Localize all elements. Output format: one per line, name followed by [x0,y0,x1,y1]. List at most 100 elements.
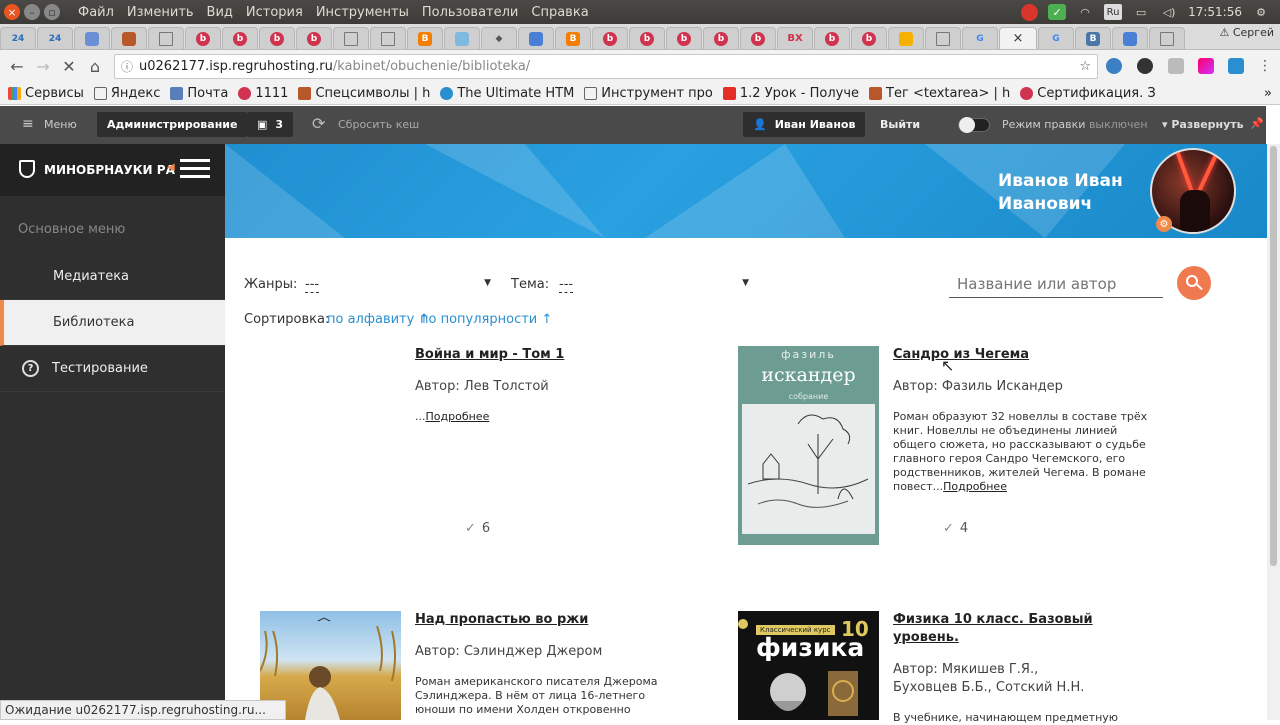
tab[interactable]: G [962,27,998,49]
user-button[interactable]: 👤 Иван Иванов [743,112,866,137]
extension-cube-icon[interactable] [1168,58,1184,74]
keyboard-layout[interactable]: Ru [1104,4,1123,20]
tab[interactable]: ◆ [481,27,517,49]
tab[interactable]: ВХ [777,27,813,49]
tab[interactable]: B [555,27,591,49]
bookmark-tool[interactable]: Инструмент про [584,86,713,101]
back-arrow-icon[interactable]: ← [4,57,30,76]
sort-popularity-link[interactable]: по популярности ↑ [420,312,552,327]
tab[interactable] [370,27,406,49]
forward-arrow-icon[interactable]: → [30,57,56,76]
book-title[interactable]: Над пропастью во ржи [415,611,588,629]
tab[interactable]: 24 [37,27,73,49]
tab[interactable]: b [740,27,776,49]
administration-button[interactable]: Администрирование [97,112,248,137]
tab[interactable] [74,27,110,49]
tab[interactable] [888,27,924,49]
expand-link[interactable]: ▾ Развернуть [1162,118,1244,131]
avatar-settings-icon[interactable]: ⚙ [1156,216,1172,232]
scrollbar-thumb[interactable] [1270,146,1277,566]
tab[interactable]: В [1075,27,1111,49]
bookmarks-overflow-icon[interactable]: » [1264,86,1272,101]
tab[interactable]: b [666,27,702,49]
new-tab-button[interactable] [1186,27,1216,49]
stop-icon[interactable]: ✕ [56,57,82,76]
tab[interactable] [333,27,369,49]
window-close-icon[interactable]: × [4,4,20,20]
bookmark-yandex[interactable]: Яндекс [93,86,160,101]
book-title[interactable]: Физика 10 класс. Базовый уровень. [893,611,1093,647]
tab-active[interactable]: × [999,27,1037,49]
tab[interactable]: B [407,27,443,49]
book-title[interactable]: Сандро из Чегема [893,346,1029,364]
menu-history[interactable]: История [246,5,303,20]
home-icon[interactable]: ⌂ [82,57,108,76]
url-bar[interactable]: ⓘ u0262177.isp.regruhosting.ru/kabinet/o… [114,54,1098,79]
tab[interactable] [1112,27,1148,49]
tab[interactable]: b [259,27,295,49]
bookmark-1111[interactable]: 1111 [238,86,288,101]
menu-users[interactable]: Пользователи [422,5,519,20]
page-scrollbar[interactable] [1267,144,1280,720]
notifications-button[interactable]: ▣ 3 [247,112,294,137]
bookmark-ultimate[interactable]: The Ultimate HTM [440,86,574,101]
tab[interactable] [1149,27,1185,49]
menu-edit[interactable]: Изменить [127,5,194,20]
menu-tools[interactable]: Инструменты [316,5,409,20]
sidebar-item-library[interactable]: Библиотека [0,300,225,346]
tab[interactable]: b [185,27,221,49]
power-gear-icon[interactable]: ⚙ [1252,4,1270,20]
edit-mode-toggle[interactable] [958,117,990,133]
record-icon[interactable] [1021,3,1039,21]
tab[interactable] [111,27,147,49]
tab[interactable] [148,27,184,49]
sort-alphabet-link[interactable]: по алфавиту ↑ [327,312,429,327]
extension-dark-icon[interactable] [1137,58,1153,74]
menu-help[interactable]: Справка [531,5,588,20]
sidebar-item-mediateka[interactable]: Медиатека [0,254,225,300]
tab[interactable]: b [629,27,665,49]
menu-file[interactable]: Файл [78,5,114,20]
window-maximize-icon[interactable]: ▫ [44,4,60,20]
search-input[interactable] [949,270,1163,298]
tab[interactable]: b [814,27,850,49]
tab[interactable]: G [1038,27,1074,49]
tab[interactable]: 24 [0,27,36,49]
bookmark-services[interactable]: Сервисы [8,86,84,101]
pin-icon[interactable]: 📌 [1250,117,1264,130]
tab[interactable]: b [222,27,258,49]
book-cover[interactable]: Классический курс 10 физика [738,611,879,720]
bookmark-star-icon[interactable]: ☆ [1079,59,1091,74]
wifi-icon[interactable]: ◠ [1076,4,1094,20]
reset-cache-link[interactable]: Сбросить кеш [338,118,419,131]
refresh-icon[interactable]: ⟳ [312,114,325,133]
bookmark-special-chars[interactable]: Спецсимволы | h [298,86,430,101]
menu-view[interactable]: Вид [207,5,233,20]
tab[interactable] [925,27,961,49]
volume-icon[interactable]: ◁) [1160,4,1178,20]
theme-select[interactable]: --- ▼ [559,274,749,296]
sidebar-item-testing[interactable]: ? Тестирование [0,346,225,392]
window-minimize-icon[interactable]: – [24,4,40,20]
update-check-icon[interactable]: ✓ [1048,4,1067,20]
admin-menu-label[interactable]: Меню [44,118,77,131]
tab[interactable] [444,27,480,49]
search-button[interactable] [1177,266,1211,300]
battery-icon[interactable]: ▭ [1132,4,1150,20]
tab[interactable]: b [592,27,628,49]
profile-button[interactable]: ⚠ Сергей [1220,26,1275,39]
genre-select[interactable]: --- ▼ [305,274,495,296]
tab[interactable] [518,27,554,49]
bookmark-mail[interactable]: Почта [170,86,228,101]
read-more-link[interactable]: Подробнее [426,410,490,423]
bookmark-lesson[interactable]: 1.2 Урок - Получе [722,86,859,101]
tab[interactable]: b [851,27,887,49]
extension-color-icon[interactable] [1198,58,1214,74]
logout-link[interactable]: Выйти [880,118,920,131]
tab[interactable]: b [296,27,332,49]
bookmark-textarea[interactable]: Тег <textarea> | h [869,86,1010,101]
extension-s-icon[interactable] [1228,58,1244,74]
sidebar-hamburger-icon[interactable] [180,157,210,181]
book-title[interactable]: Война и мир - Том 1 [415,346,564,364]
menu-hamburger-icon[interactable]: ≡ [22,116,34,132]
